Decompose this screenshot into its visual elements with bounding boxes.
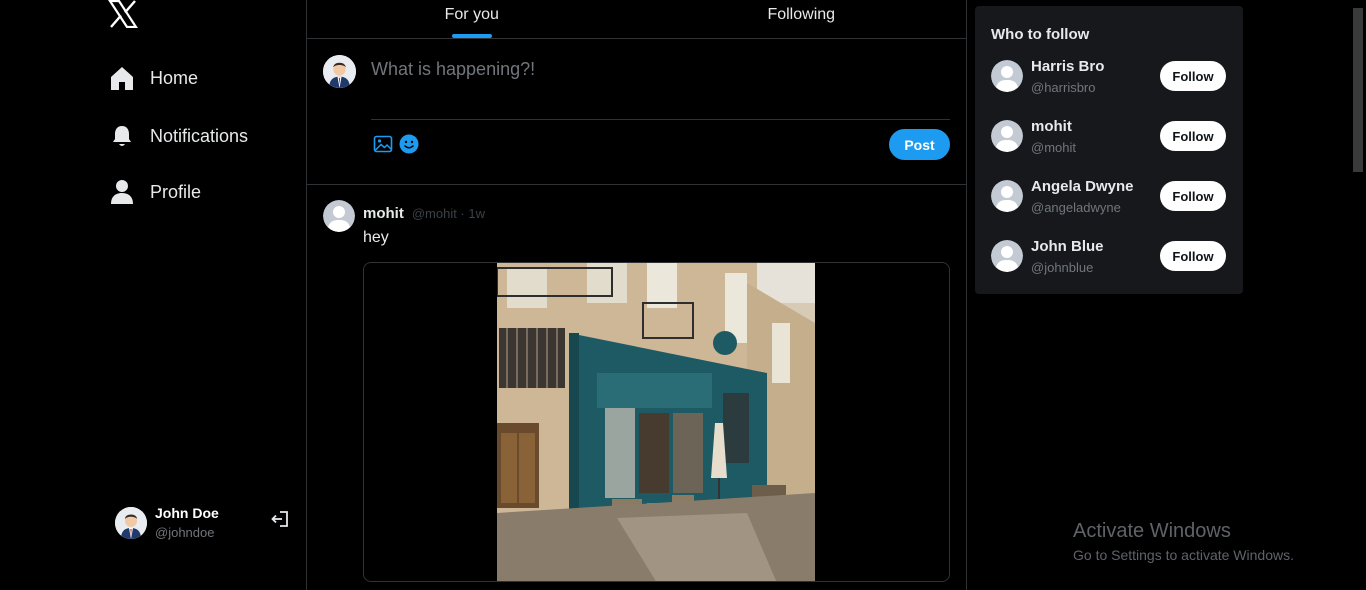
tab-following-label: Following: [767, 6, 836, 23]
page-scrollbar[interactable]: [1349, 0, 1366, 590]
follow-suggestion[interactable]: John Blue @johnblue Follow: [991, 236, 1227, 276]
follow-button[interactable]: Follow: [1160, 181, 1226, 211]
tweet-meta: @mohit · 1w: [411, 206, 485, 221]
logout-icon[interactable]: [270, 509, 290, 529]
post-button[interactable]: Post: [889, 129, 950, 160]
current-user-card[interactable]: John Doe @johndoe: [115, 505, 219, 540]
avatar: [115, 506, 147, 539]
suggestion-handle: @mohit: [1031, 140, 1076, 155]
nav-notifications[interactable]: Notifications: [108, 118, 248, 154]
suggestion-name[interactable]: Angela Dwyne: [1031, 178, 1134, 195]
tweet-author-name[interactable]: mohit: [363, 205, 404, 222]
suggestion-name[interactable]: Harris Bro: [1031, 58, 1104, 75]
emoji-icon[interactable]: [399, 134, 419, 154]
suggestion-name[interactable]: mohit: [1031, 118, 1072, 135]
image-icon[interactable]: [373, 134, 393, 154]
follow-suggestion[interactable]: mohit @mohit Follow: [991, 116, 1227, 156]
current-user-name: John Doe: [155, 505, 219, 521]
follow-button[interactable]: Follow: [1160, 121, 1226, 151]
composer-avatar: [323, 55, 356, 88]
watermark-title: Activate Windows: [1073, 520, 1231, 542]
bell-icon: [108, 122, 136, 150]
composer-input[interactable]: [371, 59, 951, 80]
avatar: [991, 240, 1023, 272]
nav-notifications-label: Notifications: [150, 125, 249, 146]
current-user-handle: @johndoe: [155, 525, 215, 540]
avatar: [991, 120, 1023, 152]
suggestion-handle: @angeladwyne: [1031, 200, 1121, 215]
user-icon: [108, 178, 136, 206]
scrollbar-thumb[interactable]: [1353, 8, 1363, 172]
tab-following[interactable]: Following: [637, 0, 967, 38]
main-feed-column: For you Following What is happening?! Po…: [306, 0, 967, 590]
who-to-follow-panel: Who to follow Harris Bro @harrisbro Foll…: [975, 6, 1243, 294]
follow-suggestion[interactable]: Harris Bro @harrisbro Follow: [991, 56, 1227, 96]
watermark-subtitle: Go to Settings to activate Windows.: [1073, 547, 1294, 563]
tweet-composer: Post: [307, 39, 966, 185]
follow-button[interactable]: Follow: [1160, 61, 1226, 91]
tab-for-you-label: For you: [444, 6, 499, 23]
suggestion-handle: @harrisbro: [1031, 80, 1096, 95]
nav-home[interactable]: Home: [108, 60, 198, 96]
x-logo-icon[interactable]: [108, 0, 139, 30]
avatar: [991, 60, 1023, 92]
home-icon: [108, 64, 136, 92]
tweet-avatar[interactable]: [323, 200, 355, 232]
avatar: [991, 180, 1023, 212]
who-to-follow-title: Who to follow: [991, 26, 1090, 43]
suggestion-handle: @johnblue: [1031, 260, 1094, 275]
tweet-media[interactable]: [363, 262, 950, 582]
suggestion-name[interactable]: John Blue: [1031, 238, 1104, 255]
nav-profile-label: Profile: [150, 181, 202, 202]
follow-suggestion[interactable]: Angela Dwyne @angeladwyne Follow: [991, 176, 1227, 216]
tweet-text: hey: [363, 229, 389, 246]
nav-profile[interactable]: Profile: [108, 174, 201, 210]
activate-windows-watermark: Activate Windows Go to Settings to activ…: [1073, 520, 1294, 563]
left-sidebar: Home Notifications Profile John Doe @joh…: [0, 0, 306, 590]
nav-home-label: Home: [150, 67, 199, 88]
composer-divider: [371, 119, 950, 120]
tab-for-you[interactable]: For you: [307, 0, 637, 38]
feed-tabs: For you Following: [307, 0, 966, 39]
tweet-photo: [496, 263, 815, 581]
follow-button[interactable]: Follow: [1160, 241, 1226, 271]
